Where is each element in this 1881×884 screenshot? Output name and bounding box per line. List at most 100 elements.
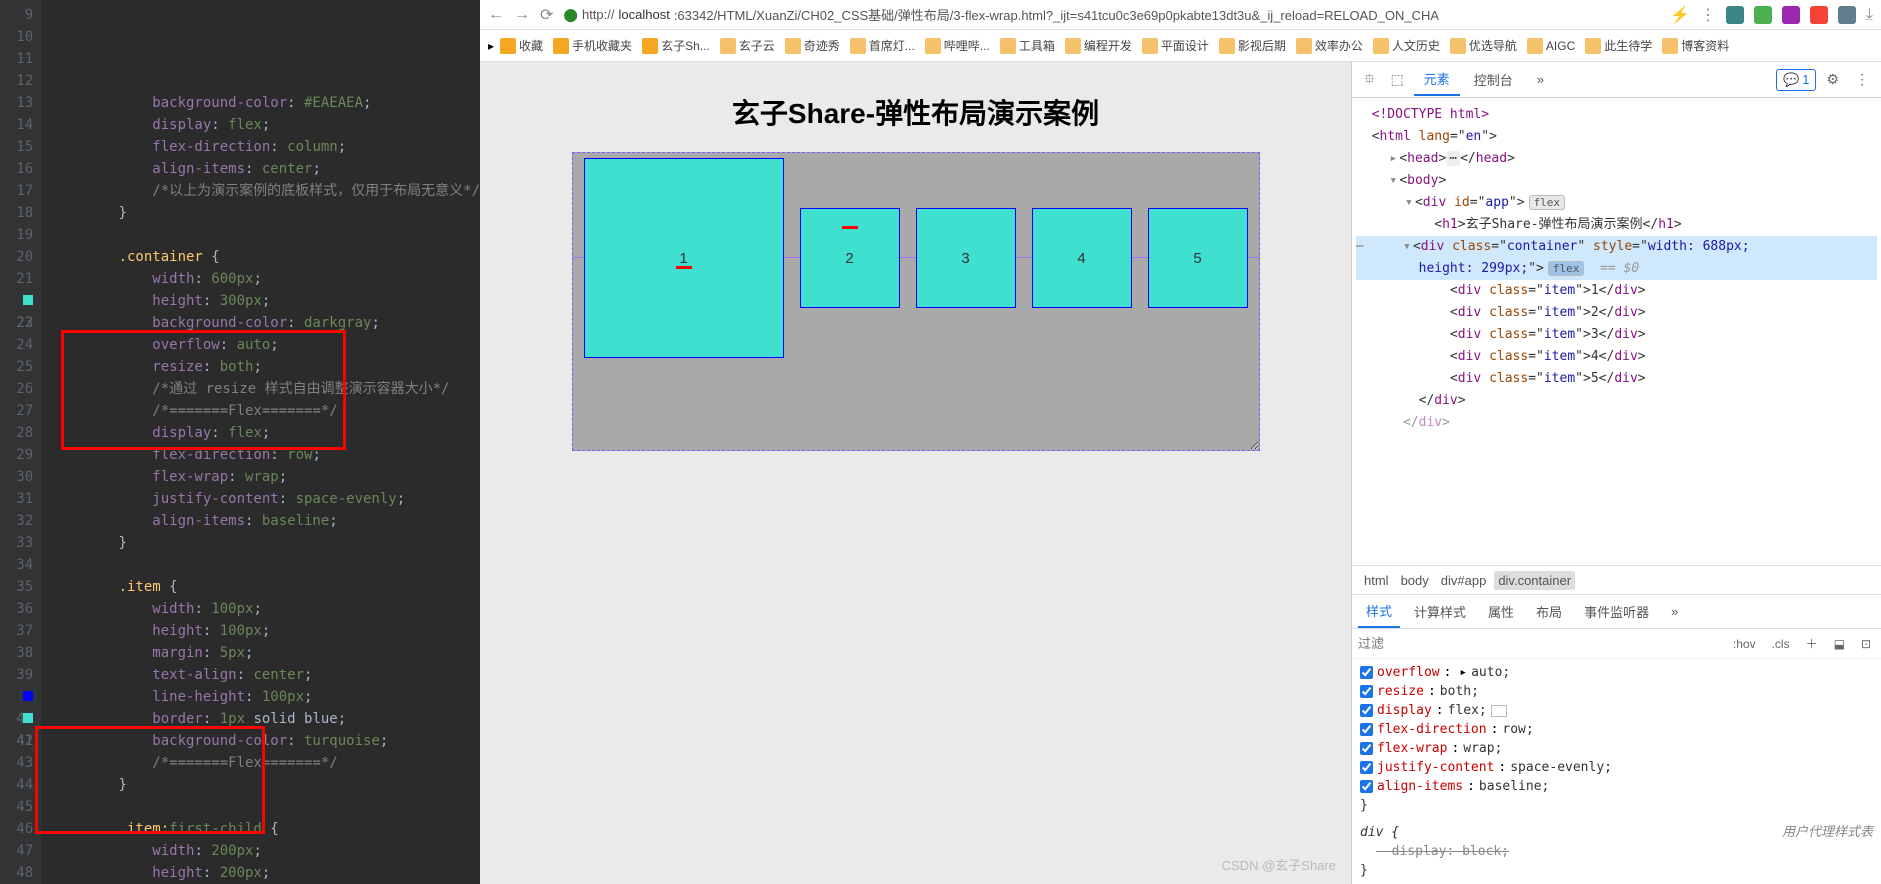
styles-tab[interactable]: » xyxy=(1663,598,1686,625)
bookmarks-toggle-icon[interactable]: ▸ xyxy=(488,39,494,53)
code-line[interactable]: /*=======Flex=======*/ xyxy=(51,400,480,422)
code-line[interactable]: } xyxy=(51,532,480,554)
bookmark-item[interactable]: 工具箱 xyxy=(1000,37,1055,54)
dom-container[interactable]: ⋯ ▾<div class="container" style="width: … xyxy=(1356,236,1877,258)
tab-more[interactable]: » xyxy=(1527,66,1554,93)
code-line[interactable]: height: 300px; xyxy=(51,290,480,312)
styles-tab[interactable]: 计算样式 xyxy=(1406,596,1474,627)
bookmark-item[interactable]: 此生待学 xyxy=(1585,37,1652,54)
bookmark-item[interactable]: 效率办公 xyxy=(1296,37,1363,54)
breadcrumb-item[interactable]: div.container xyxy=(1494,571,1575,590)
code-line[interactable]: height: 100px; xyxy=(51,620,480,642)
url-field[interactable]: ⬤ http://localhost:63342/HTML/XuanZi/CH0… xyxy=(563,5,1660,24)
breadcrumb-item[interactable]: div#app xyxy=(1437,571,1491,590)
dom-h1[interactable]: <h1>玄子Share-弹性布局演示案例</h1> xyxy=(1356,214,1877,236)
code-line[interactable]: } xyxy=(51,774,480,796)
code-line[interactable]: /*以上为演示案例的底板样式，仅用于布局无意义*/ xyxy=(51,180,480,202)
flex-swatch-icon[interactable] xyxy=(1491,705,1507,717)
dom-html[interactable]: <html lang="en"> xyxy=(1356,126,1877,148)
messages-badge[interactable]: 💬1 xyxy=(1776,69,1816,91)
bookmark-item[interactable]: 编程开发 xyxy=(1065,37,1132,54)
style-prop-checkbox[interactable] xyxy=(1360,723,1373,736)
bookmark-item[interactable]: 人文历史 xyxy=(1373,37,1440,54)
code-line[interactable]: background-color: #EAEAEA; xyxy=(51,92,480,114)
style-property-row[interactable]: display: flex; xyxy=(1360,701,1873,720)
bookmark-item[interactable]: 平面设计 xyxy=(1142,37,1209,54)
bookmark-item[interactable]: 玄子云 xyxy=(720,37,775,54)
code-line[interactable]: align-items: baseline; xyxy=(51,510,480,532)
bookmark-item[interactable]: 奇迹秀 xyxy=(785,37,840,54)
add-rule-icon[interactable]: ＋ xyxy=(1802,633,1822,654)
flash-icon[interactable]: ⚡ xyxy=(1670,5,1690,25)
style-prop-checkbox[interactable] xyxy=(1360,685,1373,698)
tab-console[interactable]: 控制台 xyxy=(1464,64,1523,95)
code-line[interactable]: flex-direction: row; xyxy=(51,444,480,466)
bookmark-item[interactable]: 影视后期 xyxy=(1219,37,1286,54)
style-property-row[interactable]: overflow: ▸ auto; xyxy=(1360,663,1873,682)
forward-icon[interactable]: → xyxy=(514,6,530,24)
code-line[interactable]: width: 200px; xyxy=(51,840,480,862)
code-line[interactable]: display: flex; xyxy=(51,114,480,136)
tab-elements[interactable]: 元素 xyxy=(1414,63,1460,96)
bookmark-item[interactable]: 哔哩哔... xyxy=(925,37,990,54)
code-line[interactable]: border: 1px solid blue; xyxy=(51,708,480,730)
style-prop-checkbox[interactable] xyxy=(1360,742,1373,755)
ext-icon-3[interactable] xyxy=(1782,6,1800,24)
dom-item-row[interactable]: <div class="item">5</div> xyxy=(1356,368,1877,390)
flex-container[interactable]: 12345 xyxy=(572,152,1260,451)
bookmark-item[interactable]: 收藏 xyxy=(500,37,543,54)
code-line[interactable]: text-align: center; xyxy=(51,664,480,686)
bookmark-item[interactable]: 博客资料 xyxy=(1662,37,1729,54)
code-line[interactable] xyxy=(51,796,480,818)
code-line[interactable]: background-color: turquoise; xyxy=(51,730,480,752)
code-line[interactable] xyxy=(51,224,480,246)
code-line[interactable]: margin: 5px; xyxy=(51,642,480,664)
code-line[interactable]: line-height: 100px; xyxy=(51,686,480,708)
breadcrumb-item[interactable]: html xyxy=(1360,571,1393,590)
reload-icon[interactable]: ⟳ xyxy=(540,5,553,25)
code-line[interactable]: flex-wrap: wrap; xyxy=(51,466,480,488)
dom-close-container[interactable]: </div> xyxy=(1356,390,1877,412)
bookmark-item[interactable]: 首席灯... xyxy=(850,37,915,54)
style-property-row[interactable]: resize: both; xyxy=(1360,682,1873,701)
cls-toggle[interactable]: .cls xyxy=(1768,635,1794,653)
style-property-row[interactable]: flex-wrap: wrap; xyxy=(1360,739,1873,758)
devtools-menu-icon[interactable]: ⋮ xyxy=(1849,67,1875,92)
code-line[interactable]: .item { xyxy=(51,576,480,598)
dom-close-app[interactable]: </div> xyxy=(1356,412,1877,434)
settings-icon[interactable]: ⚙ xyxy=(1820,67,1845,92)
ext-icon-1[interactable] xyxy=(1726,6,1744,24)
bookmark-item[interactable]: AIGC xyxy=(1527,37,1575,54)
style-prop-checkbox[interactable] xyxy=(1360,780,1373,793)
code-line[interactable]: align-items: center; xyxy=(51,158,480,180)
hov-toggle[interactable]: :hov xyxy=(1729,635,1760,653)
style-prop-checkbox[interactable] xyxy=(1360,704,1373,717)
dom-item-row[interactable]: <div class="item">3</div> xyxy=(1356,324,1877,346)
dom-item-row[interactable]: <div class="item">2</div> xyxy=(1356,302,1877,324)
device-icon[interactable]: ⬚ xyxy=(1385,67,1410,92)
panel-icon[interactable]: ⊡ xyxy=(1857,635,1875,653)
ext-icon-4[interactable] xyxy=(1810,6,1828,24)
dom-tree[interactable]: <!DOCTYPE html> <html lang="en"> ▸<head>… xyxy=(1352,98,1881,565)
styles-tab[interactable]: 事件监听器 xyxy=(1576,596,1657,627)
dom-app[interactable]: ▾<div id="app">flex xyxy=(1356,192,1877,214)
code-line[interactable]: .item:first-child { xyxy=(51,818,480,840)
download-icon[interactable]: ⤓ xyxy=(1866,6,1873,24)
code-line[interactable]: overflow: auto; xyxy=(51,334,480,356)
menu-icon[interactable]: ⋮ xyxy=(1700,5,1716,25)
code-line[interactable]: justify-content: space-evenly; xyxy=(51,488,480,510)
code-line[interactable] xyxy=(51,554,480,576)
styles-tab[interactable]: 样式 xyxy=(1358,595,1400,628)
breadcrumb-item[interactable]: body xyxy=(1397,571,1433,590)
code-line[interactable]: height: 200px; xyxy=(51,862,480,884)
styles-tab[interactable]: 布局 xyxy=(1528,596,1570,627)
styles-filter-input[interactable] xyxy=(1358,636,1721,651)
style-property-row[interactable]: align-items: baseline; xyxy=(1360,777,1873,796)
style-property-row[interactable]: justify-content: space-evenly; xyxy=(1360,758,1873,777)
code-line[interactable]: /*=======Flex=======*/ xyxy=(51,752,480,774)
code-area[interactable]: background-color: #EAEAEA; display: flex… xyxy=(41,0,480,884)
dom-body[interactable]: ▾<body> xyxy=(1356,170,1877,192)
style-prop-checkbox[interactable] xyxy=(1360,761,1373,774)
dom-item-row[interactable]: <div class="item">4</div> xyxy=(1356,346,1877,368)
code-line[interactable]: flex-direction: column; xyxy=(51,136,480,158)
